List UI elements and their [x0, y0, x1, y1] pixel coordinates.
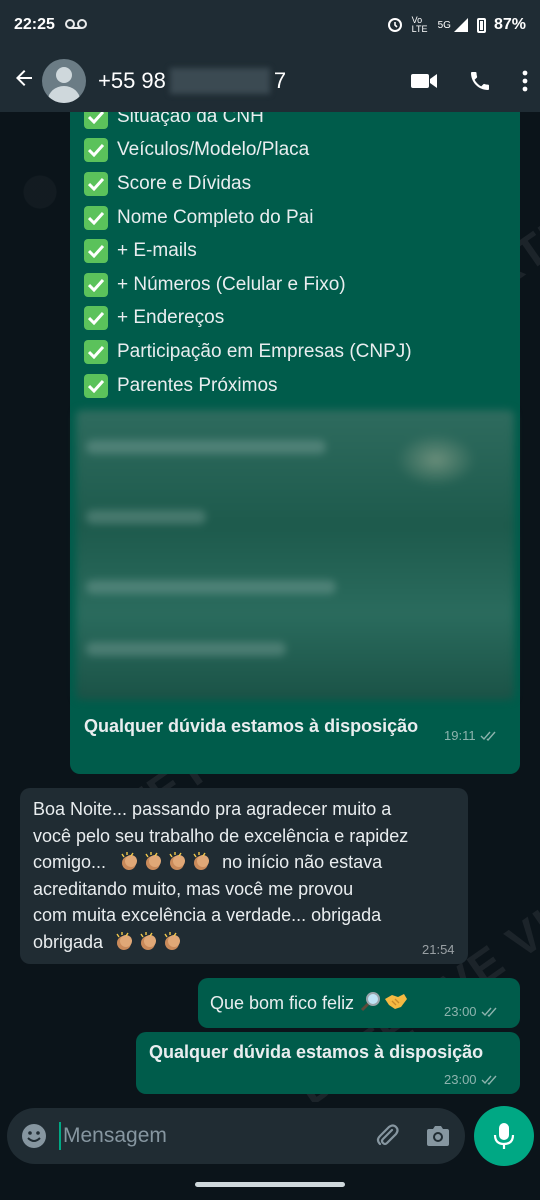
blurred-content — [86, 440, 326, 454]
double-check-icon — [481, 1007, 497, 1017]
message-timestamp: 23:00 — [444, 1072, 499, 1087]
timestamp-text: 21:54 — [422, 942, 455, 957]
camera-icon[interactable] — [425, 1125, 451, 1147]
outgoing-message-text: Que bom fico feliz — [210, 990, 408, 1017]
checklist-item-label: Score e Dívidas — [117, 172, 252, 194]
checklist-item-label: + E-mails — [117, 240, 197, 262]
message-line: você pelo seu trabalho de excelência e r… — [33, 825, 409, 846]
clapping-hands-emoji — [112, 931, 184, 952]
voicemail-icon — [64, 18, 87, 33]
network-label: Vo LTE — [411, 15, 428, 34]
double-check-icon — [480, 731, 496, 741]
message-composer — [7, 1108, 465, 1164]
checklist-message-bubble[interactable]: Situação da CNH Veículos/Modelo/Placa Sc… — [70, 112, 520, 774]
message-line: obrigada — [33, 929, 453, 956]
message-input[interactable] — [59, 1122, 375, 1150]
message-text: Que bom fico feliz — [210, 993, 355, 1013]
timestamp-text: 23:00 — [444, 1004, 477, 1019]
check-mark-icon — [84, 272, 108, 297]
check-mark-icon — [84, 373, 108, 398]
outgoing-message-bubble[interactable]: Que bom fico feliz 23:00 — [198, 978, 520, 1028]
emoji-icon[interactable] — [21, 1123, 47, 1149]
contact-number-prefix: +55 98 — [98, 68, 166, 93]
blurred-content — [86, 580, 336, 594]
contact-number-suffix: 7 — [273, 68, 287, 93]
microphone-button[interactable] — [474, 1106, 534, 1166]
check-mark-icon — [84, 112, 108, 129]
microphone-icon — [493, 1123, 515, 1149]
timestamp-text: 23:00 — [444, 1072, 477, 1087]
message-line: acreditando muito, mas você me provou — [33, 878, 354, 899]
clapping-hands-emoji — [117, 852, 218, 872]
incoming-message-bubble[interactable]: Boa Noite... passando pra agradecer muit… — [20, 788, 468, 964]
battery-level: 87% — [493, 16, 526, 33]
blurred-content — [86, 510, 206, 524]
checklist-item-label: Parentes Próximos — [117, 374, 278, 396]
header-actions — [410, 69, 528, 93]
status-time: 22:25 — [14, 16, 55, 33]
video-call-icon[interactable] — [410, 71, 438, 91]
alarm-icon — [386, 15, 404, 36]
check-mark-icon — [84, 171, 108, 196]
phone-call-icon[interactable] — [468, 69, 492, 93]
message-timestamp: 23:00 — [444, 1004, 499, 1019]
double-check-icon — [481, 1075, 497, 1085]
check-mark-icon — [84, 339, 108, 364]
chat-header: +55 98 7 — [0, 50, 540, 112]
magnifying-glass-emoji — [360, 990, 382, 1017]
message-line-segment: obrigada — [33, 931, 104, 952]
checklist-item-label: + Endereços — [117, 307, 225, 329]
checklist-item-label: Participação em Empresas (CNPJ) — [117, 340, 412, 362]
incoming-message-text: Boa Noite... passando pra agradecer muit… — [33, 796, 453, 955]
contact-avatar[interactable] — [42, 59, 86, 103]
checklist-item-label: Veículos/Modelo/Placa — [117, 139, 310, 161]
redacted-number — [169, 68, 270, 94]
check-mark-icon — [84, 239, 108, 264]
check-mark-icon — [84, 306, 108, 331]
status-indicators: Vo LTE 5G 87% — [386, 15, 526, 36]
checklist-item-label: + Números (Celular e Fixo) — [117, 273, 346, 295]
contact-name[interactable]: +55 98 7 — [98, 68, 286, 94]
home-indicator[interactable] — [195, 1182, 345, 1187]
status-bar: 22:25 Vo LTE 5G 87% — [0, 0, 540, 50]
checklist-item-label: Situação da CNH — [117, 112, 264, 127]
blurred-content — [86, 642, 286, 656]
list-item: Situação da CNH — [84, 112, 412, 134]
list-item: Participação em Empresas (CNPJ) — [84, 335, 412, 369]
checklist-item-label: Nome Completo do Pai — [117, 206, 314, 228]
message-caption: Qualquer dúvida estamos à disposição — [84, 716, 419, 736]
list-item: + E-mails — [84, 234, 412, 268]
signal-label: 5G — [437, 19, 451, 31]
message-line: comigo... no início não estava — [33, 849, 453, 876]
check-mark-icon — [84, 205, 108, 230]
message-timestamp: 19:11 — [444, 728, 498, 743]
message-line-segment: no início não estava — [222, 852, 383, 872]
checklist: Situação da CNH Veículos/Modelo/Placa Sc… — [84, 112, 412, 402]
chat-area[interactable]: DETETIVE VIRTUAL DETETIVE VIRTUAL DETETI… — [0, 112, 540, 1102]
list-item: Veículos/Modelo/Placa — [84, 134, 412, 168]
signal-icon: 5G — [438, 17, 469, 33]
blurred-image[interactable] — [76, 410, 514, 700]
list-item: Score e Dívidas — [84, 167, 412, 201]
outgoing-message-text: Qualquer dúvida estamos à disposição — [149, 1042, 484, 1062]
list-item: + Números (Celular e Fixo) — [84, 268, 412, 302]
list-item: Parentes Próximos — [84, 369, 412, 403]
message-line: com muita excelência a verdade... obriga… — [33, 905, 382, 925]
outgoing-message-bubble[interactable]: Qualquer dúvida estamos à disposição 23:… — [136, 1032, 520, 1094]
handshake-emoji — [384, 991, 408, 1016]
timestamp-text: 19:11 — [444, 728, 476, 743]
message-line: Boa Noite... passando pra agradecer muit… — [33, 799, 392, 819]
message-line-segment: comigo... — [33, 852, 107, 872]
check-mark-icon — [84, 138, 108, 163]
list-item: + Endereços — [84, 302, 412, 336]
list-item: Nome Completo do Pai — [84, 201, 412, 235]
more-options-icon[interactable] — [522, 70, 528, 92]
back-arrow-icon[interactable] — [12, 66, 40, 97]
battery-icon — [476, 17, 486, 33]
attach-paperclip-icon[interactable] — [375, 1123, 399, 1149]
message-timestamp: 21:54 — [422, 942, 455, 957]
